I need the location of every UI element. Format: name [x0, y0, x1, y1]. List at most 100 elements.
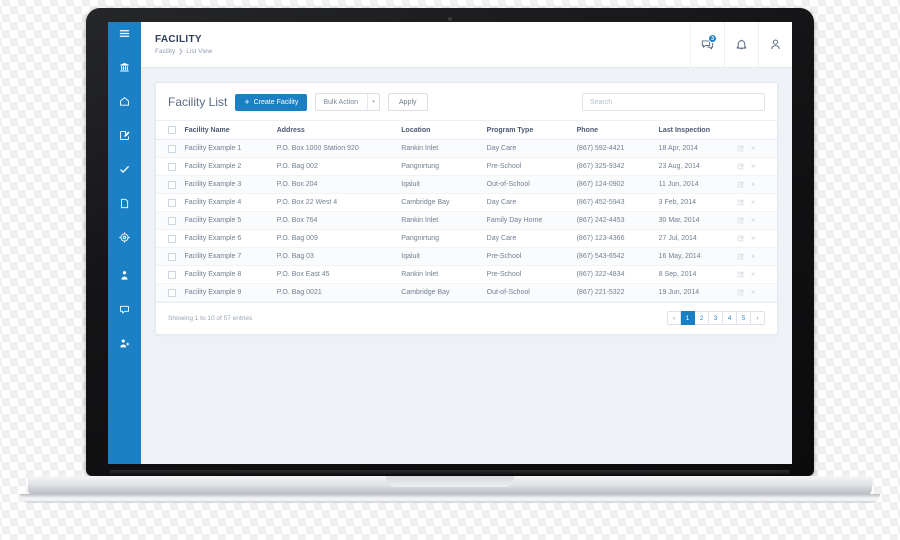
- breadcrumb-parent[interactable]: Facility: [155, 48, 175, 55]
- facility-table: Facility Name Address Location Program T…: [156, 120, 777, 302]
- column-header-program-type[interactable]: Program Type: [486, 120, 577, 140]
- cell-last-inspection: 11 Jun, 2014: [658, 175, 737, 194]
- row-checkbox[interactable]: [168, 162, 176, 171]
- edit-icon[interactable]: [737, 217, 744, 224]
- delete-icon[interactable]: ×: [751, 199, 756, 207]
- cell-program-type: Family Day Home: [486, 211, 577, 230]
- cell-program-type: Pre-School: [486, 157, 577, 176]
- pagination-page-1[interactable]: 1: [681, 311, 695, 325]
- edit-icon[interactable]: [737, 163, 744, 170]
- message-count-badge: 3: [708, 33, 717, 43]
- cell-program-type: Pre-School: [486, 247, 577, 266]
- table-row[interactable]: Facility Example 4 P.O. Box 22 West 4 Camb…: [156, 193, 777, 212]
- account-button[interactable]: [758, 22, 792, 68]
- delete-icon[interactable]: ×: [751, 289, 756, 297]
- table-row[interactable]: Facility Example 7 P.O. Bag 03 Iqaluit Pre-…: [156, 247, 777, 266]
- delete-icon[interactable]: ×: [751, 163, 756, 171]
- row-checkbox[interactable]: [168, 198, 176, 207]
- create-facility-button[interactable]: + Create Facility: [235, 93, 308, 111]
- cell-location: Rankin Inlet: [401, 139, 487, 158]
- cell-phone: (867) 242-4453: [576, 211, 659, 230]
- row-checkbox[interactable]: [168, 270, 176, 279]
- cell-address: P.O. Bag 0021: [276, 283, 402, 302]
- edit-icon[interactable]: [737, 181, 744, 188]
- edit-icon[interactable]: [737, 289, 744, 296]
- cell-actions: ×: [736, 175, 777, 194]
- row-select-cell: [156, 265, 185, 284]
- row-select-cell: [156, 247, 185, 266]
- column-header-phone[interactable]: Phone: [576, 120, 659, 140]
- table-row[interactable]: Facility Example 9 P.O. Bag 0021 Cambridge…: [156, 283, 777, 302]
- row-checkbox[interactable]: [168, 288, 176, 297]
- sidebar-item-tasks[interactable]: [108, 158, 141, 180]
- column-header-last-inspection[interactable]: Last Inspection: [658, 120, 737, 140]
- sidebar-item-files[interactable]: [108, 192, 141, 214]
- delete-icon[interactable]: ×: [751, 217, 756, 225]
- cell-last-inspection: 16 May, 2014: [658, 247, 737, 266]
- pagination-page-4[interactable]: 4: [723, 311, 737, 325]
- table-row[interactable]: Facility Example 3 P.O. Box 204 Iqaluit Out…: [156, 175, 777, 194]
- row-checkbox[interactable]: [168, 252, 176, 261]
- delete-icon[interactable]: ×: [751, 145, 756, 153]
- sidebar-item-home[interactable]: [108, 90, 141, 112]
- delete-icon[interactable]: ×: [751, 181, 756, 189]
- row-select-cell: [156, 283, 185, 302]
- cell-last-inspection: 3 Feb, 2014: [658, 193, 737, 212]
- sidebar-item-profile[interactable]: [108, 264, 141, 286]
- cell-program-type: Day Care: [486, 229, 577, 248]
- edit-icon[interactable]: [737, 199, 744, 206]
- column-header-address[interactable]: Address: [276, 120, 402, 140]
- cell-location: Pangnirtung: [401, 157, 487, 176]
- delete-icon[interactable]: ×: [751, 235, 756, 243]
- cell-address: P.O. Box 1000 Station 920: [276, 139, 402, 158]
- sidebar-item-facility[interactable]: [108, 56, 141, 78]
- edit-icon[interactable]: [737, 271, 744, 278]
- edit-icon[interactable]: [737, 145, 744, 152]
- edit-icon[interactable]: [737, 235, 744, 242]
- column-header-location[interactable]: Location: [401, 120, 487, 140]
- cell-last-inspection: 8 Sep, 2014: [658, 265, 737, 284]
- content-area: FACILITY Facility ❯ List View 3 Facility…: [141, 22, 792, 464]
- check-icon: [119, 164, 130, 175]
- cell-address: P.O. Bag 002: [276, 157, 402, 176]
- search-input[interactable]: [582, 93, 765, 111]
- cell-phone: (867) 452-5943: [576, 193, 659, 212]
- sidebar-item-settings[interactable]: [108, 226, 141, 248]
- row-checkbox[interactable]: [168, 216, 176, 225]
- column-header-facility-name[interactable]: Facility Name: [184, 120, 277, 140]
- sidebar-item-add-user[interactable]: [108, 332, 141, 354]
- pagination-page-3[interactable]: 3: [709, 311, 723, 325]
- cell-phone: (867) 221-5322: [576, 283, 659, 302]
- row-checkbox[interactable]: [168, 234, 176, 243]
- table-row[interactable]: Facility Example 6 P.O. Bag 009 Pangnirtun…: [156, 229, 777, 248]
- apply-button[interactable]: Apply: [387, 93, 428, 111]
- table-row[interactable]: Facility Example 1 P.O. Box 1000 Station …: [156, 139, 777, 158]
- table-row[interactable]: Facility Example 2 P.O. Bag 002 Pangnirtun…: [156, 157, 777, 176]
- sidebar-item-edit[interactable]: [108, 124, 141, 146]
- notifications-button[interactable]: [724, 22, 758, 68]
- sidebar-item-messages[interactable]: [108, 298, 141, 320]
- cell-last-inspection: 19 Jun, 2014: [658, 283, 737, 302]
- table-row[interactable]: Facility Example 5 P.O. Box 764 Rankin Inl…: [156, 211, 777, 230]
- pagination-next[interactable]: ›: [751, 311, 765, 325]
- pagination-page-2[interactable]: 2: [695, 311, 709, 325]
- row-checkbox[interactable]: [168, 180, 176, 189]
- bulk-action-dropdown[interactable]: Bulk Action ▾: [315, 93, 380, 111]
- cell-address: P.O. Box 204: [276, 175, 402, 194]
- pagination-page-5[interactable]: 5: [737, 311, 751, 325]
- hamburger-menu-button[interactable]: [108, 22, 141, 44]
- cell-phone: (867) 543-6542: [576, 247, 659, 266]
- delete-icon[interactable]: ×: [751, 271, 756, 279]
- top-bar: FACILITY Facility ❯ List View 3: [141, 22, 792, 68]
- delete-icon[interactable]: ×: [751, 253, 756, 261]
- facility-list-card: Facility List + Create Facility Bulk Act…: [155, 82, 778, 335]
- cell-phone: (867) 592-4421: [576, 139, 659, 158]
- row-select-cell: [156, 139, 185, 158]
- bank-building-icon: [119, 62, 130, 73]
- row-checkbox[interactable]: [168, 144, 176, 153]
- messages-button[interactable]: 3: [690, 22, 724, 68]
- pagination-prev[interactable]: ‹: [667, 311, 681, 325]
- select-all-checkbox[interactable]: [168, 126, 176, 134]
- table-row[interactable]: Facility Example 8 P.O. Box East 45 Rankin…: [156, 265, 777, 284]
- edit-icon[interactable]: [737, 253, 744, 260]
